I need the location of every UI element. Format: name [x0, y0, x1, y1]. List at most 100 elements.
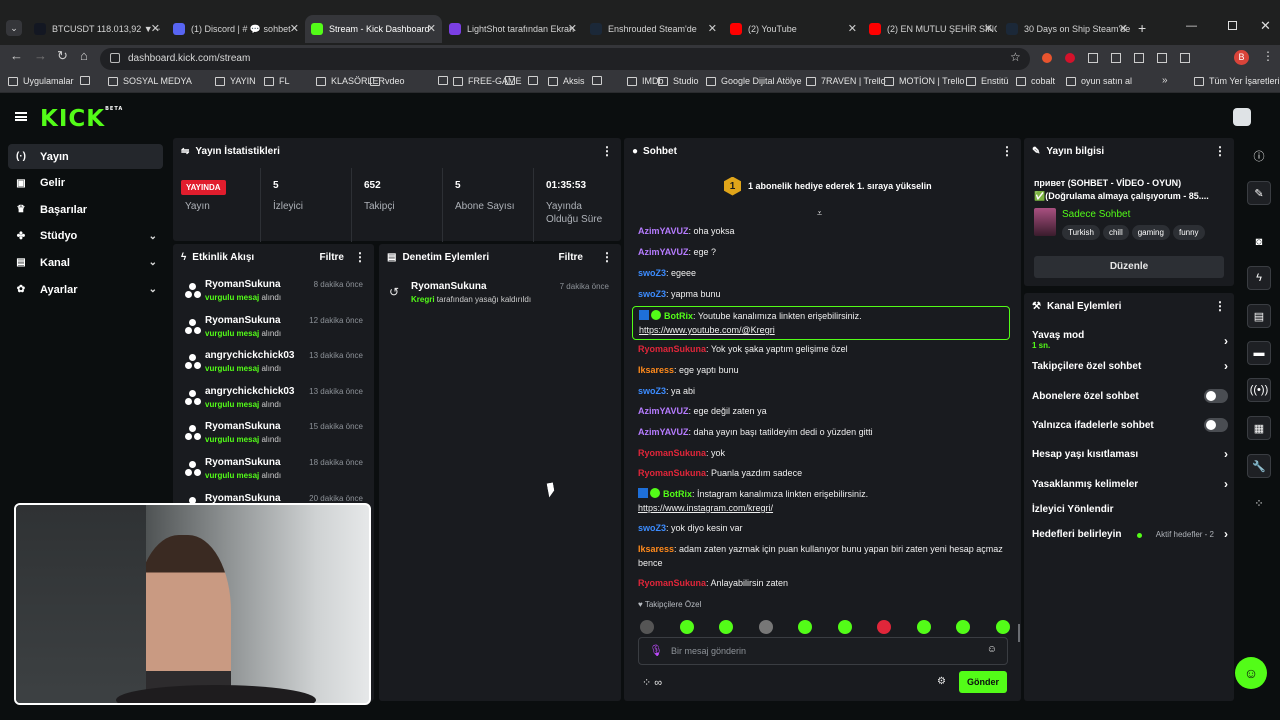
category-name[interactable]: Sadece Sohbet — [1062, 209, 1130, 220]
kick-logo[interactable]: KICKBETA — [40, 106, 123, 132]
chevron-right-icon[interactable]: › — [1224, 334, 1228, 348]
chevron-right-icon[interactable]: › — [1224, 477, 1228, 491]
activity-user[interactable]: RyomanSukuna — [205, 279, 281, 290]
bookmark-item[interactable]: Enstitü — [966, 76, 1009, 86]
activity-filter-button[interactable]: Filtre — [320, 252, 344, 263]
tag-chip[interactable]: Turkish — [1062, 225, 1100, 240]
home-icon[interactable]: ⌂ — [80, 48, 88, 63]
stats-menu-icon[interactable]: ⋮ — [601, 144, 613, 158]
bookmark-item[interactable]: YAYIN — [215, 76, 256, 86]
url-input[interactable]: dashboard.kick.com/stream — [100, 48, 1030, 70]
activity-menu-icon[interactable]: ⋮ — [354, 250, 366, 264]
bookmark-item[interactable]: cobalt — [1016, 76, 1055, 86]
chevron-right-icon[interactable]: › — [1224, 447, 1228, 461]
moderation-user[interactable]: RyomanSukuna — [411, 281, 487, 292]
sidebar-item-stüdyo[interactable]: ✤ Stüdyo ⌄ — [8, 224, 163, 249]
profile-avatar[interactable]: B — [1234, 50, 1249, 65]
tab-close-icon[interactable]: ✕ — [708, 22, 717, 35]
chat-username[interactable]: swoZ3 — [638, 289, 666, 299]
chevron-right-icon[interactable]: › — [1224, 527, 1228, 541]
chat-link[interactable]: https://www.instagram.com/kregri/ — [638, 503, 773, 513]
all-bookmarks-folder[interactable]: Tüm Yer İşaretleri — [1194, 76, 1280, 86]
channel-action-item[interactable]: Abonelere özel sohbet — [1032, 389, 1228, 403]
lightning-rail-icon[interactable]: ϟ — [1247, 266, 1271, 290]
chat-username[interactable]: swoZ3 — [638, 386, 666, 396]
chevron-down-icon[interactable]: ⌄ — [149, 231, 157, 242]
tag-chip[interactable]: gaming — [1131, 225, 1170, 240]
chat-username[interactable]: Iksaress — [638, 544, 674, 554]
moderation-filter-button[interactable]: Filtre — [559, 252, 583, 263]
channel-action-item[interactable]: Hedefleri belirleyin Aktif hedefler - 2 › — [1032, 527, 1228, 541]
back-icon[interactable]: ← — [10, 48, 23, 63]
minimize-button[interactable]: — — [1186, 20, 1197, 32]
emote-icon[interactable] — [995, 620, 1010, 634]
chat-username[interactable]: RyomanSukuna — [638, 344, 706, 354]
restore-button[interactable] — [1228, 21, 1237, 30]
activity-user[interactable]: RyomanSukuna — [205, 315, 281, 326]
bookmark-item[interactable]: Aksis — [548, 76, 585, 86]
tab-close-icon[interactable]: ✕ — [151, 22, 160, 35]
broadcast-rail-icon[interactable]: ((•)) — [1247, 378, 1271, 402]
browser-tab[interactable]: 30 Days on Ship Steam'de ✕ — [1000, 15, 1134, 43]
channel-action-item[interactable]: Hesap yaşı kısıtlaması › — [1032, 447, 1228, 461]
browser-tab[interactable]: (1) Discord | # 💬 sohbet ✕ — [167, 15, 305, 43]
tag-chip[interactable]: chill — [1102, 225, 1129, 240]
chat-scrollbar[interactable] — [1018, 624, 1020, 642]
tab-close-icon[interactable]: ✕ — [427, 22, 436, 35]
emote-icon[interactable] — [719, 620, 733, 634]
sidebar-item-ayarlar[interactable]: ✿ Ayarlar ⌄ — [8, 277, 163, 302]
chat-username[interactable]: swoZ3 — [638, 523, 666, 533]
chat-link[interactable]: https://www.youtube.com/@Kregri — [639, 325, 775, 335]
tag-chip[interactable]: funny — [1172, 225, 1205, 240]
browser-tab[interactable]: LightShot tarafından Ekran ✕ — [443, 15, 583, 43]
bookmark-item[interactable]: oyun satın al — [1066, 76, 1132, 86]
bookmark-item[interactable]: SOSYAL MEDYA — [108, 76, 192, 86]
browser-tab[interactable]: BTCUSDT 118.013,92 ▼ − ✕ — [28, 15, 166, 43]
channel-action-item[interactable]: Yalnızca ifadelerle sohbet — [1032, 418, 1228, 432]
activity-user[interactable]: RyomanSukuna — [205, 421, 281, 432]
send-button[interactable]: Gönder — [959, 671, 1007, 693]
scroll-down-icon[interactable]: ⩡ — [817, 208, 822, 219]
moderation-menu-icon[interactable]: ⋮ — [601, 250, 613, 264]
chat-username[interactable]: BotRix — [663, 489, 692, 499]
new-tab-button[interactable]: + — [1138, 20, 1146, 36]
bookmark-item[interactable]: Uygulamalar — [8, 76, 74, 86]
chevron-right-icon[interactable]: › — [1224, 359, 1228, 373]
forward-icon[interactable]: → — [34, 48, 47, 63]
chat-username[interactable]: BotRix — [664, 311, 693, 321]
tab-search-icon[interactable]: ⌄ — [6, 20, 22, 36]
apps-icon[interactable]: ⁘ — [1247, 491, 1271, 515]
bookmark-item[interactable] — [505, 76, 520, 85]
toggle-switch[interactable] — [1204, 389, 1228, 403]
bookmark-item[interactable] — [528, 76, 543, 85]
emote-icon[interactable] — [798, 620, 812, 634]
sidebar-item-gelir[interactable]: ▣ Gelir — [8, 171, 163, 196]
channel-actions-menu-icon[interactable]: ⋮ — [1214, 299, 1226, 313]
chat-username[interactable]: RyomanSukuna — [638, 468, 706, 478]
reload-icon[interactable]: ↻ — [57, 48, 68, 64]
emote-icon[interactable] — [877, 620, 891, 634]
emote-icon[interactable] — [640, 620, 654, 634]
tab-close-icon[interactable]: ✕ — [290, 22, 299, 35]
moderation-actor[interactable]: Kregri — [411, 295, 435, 304]
chat-username[interactable]: AzimYAVUZ — [638, 406, 689, 416]
activity-user[interactable]: RyomanSukuna — [205, 457, 281, 468]
activity-user[interactable]: RyomanSukuna — [205, 493, 281, 504]
channel-action-item[interactable]: Yasaklanmış kelimeler › — [1032, 477, 1228, 491]
chevron-down-icon[interactable]: ⌄ — [149, 257, 157, 268]
bookmark-item[interactable]: MOTİON | Trello — [884, 76, 964, 86]
bookmark-item[interactable]: 7RAVEN | Trello — [806, 76, 886, 86]
emote-icon[interactable] — [956, 620, 970, 634]
channel-action-item[interactable]: Yavaş mod 1 sn. › — [1032, 330, 1228, 350]
chat-username[interactable]: AzimYAVUZ — [638, 247, 689, 257]
chat-menu-icon[interactable]: ⋮ — [1001, 144, 1013, 158]
bookmark-item[interactable] — [592, 76, 607, 85]
sidebar-item-yayın[interactable]: (·) Yayın — [8, 144, 163, 169]
points-icon[interactable]: ⁘ ∞ — [642, 676, 662, 689]
activity-user[interactable]: angrychickchick03 — [205, 386, 295, 397]
emote-icon[interactable] — [916, 620, 931, 634]
camera-icon[interactable]: ◙ — [1247, 230, 1271, 254]
emote-icon[interactable] — [679, 620, 694, 634]
chat-username[interactable]: AzimYAVUZ — [638, 427, 689, 437]
edit-button[interactable]: Düzenle — [1034, 256, 1224, 278]
